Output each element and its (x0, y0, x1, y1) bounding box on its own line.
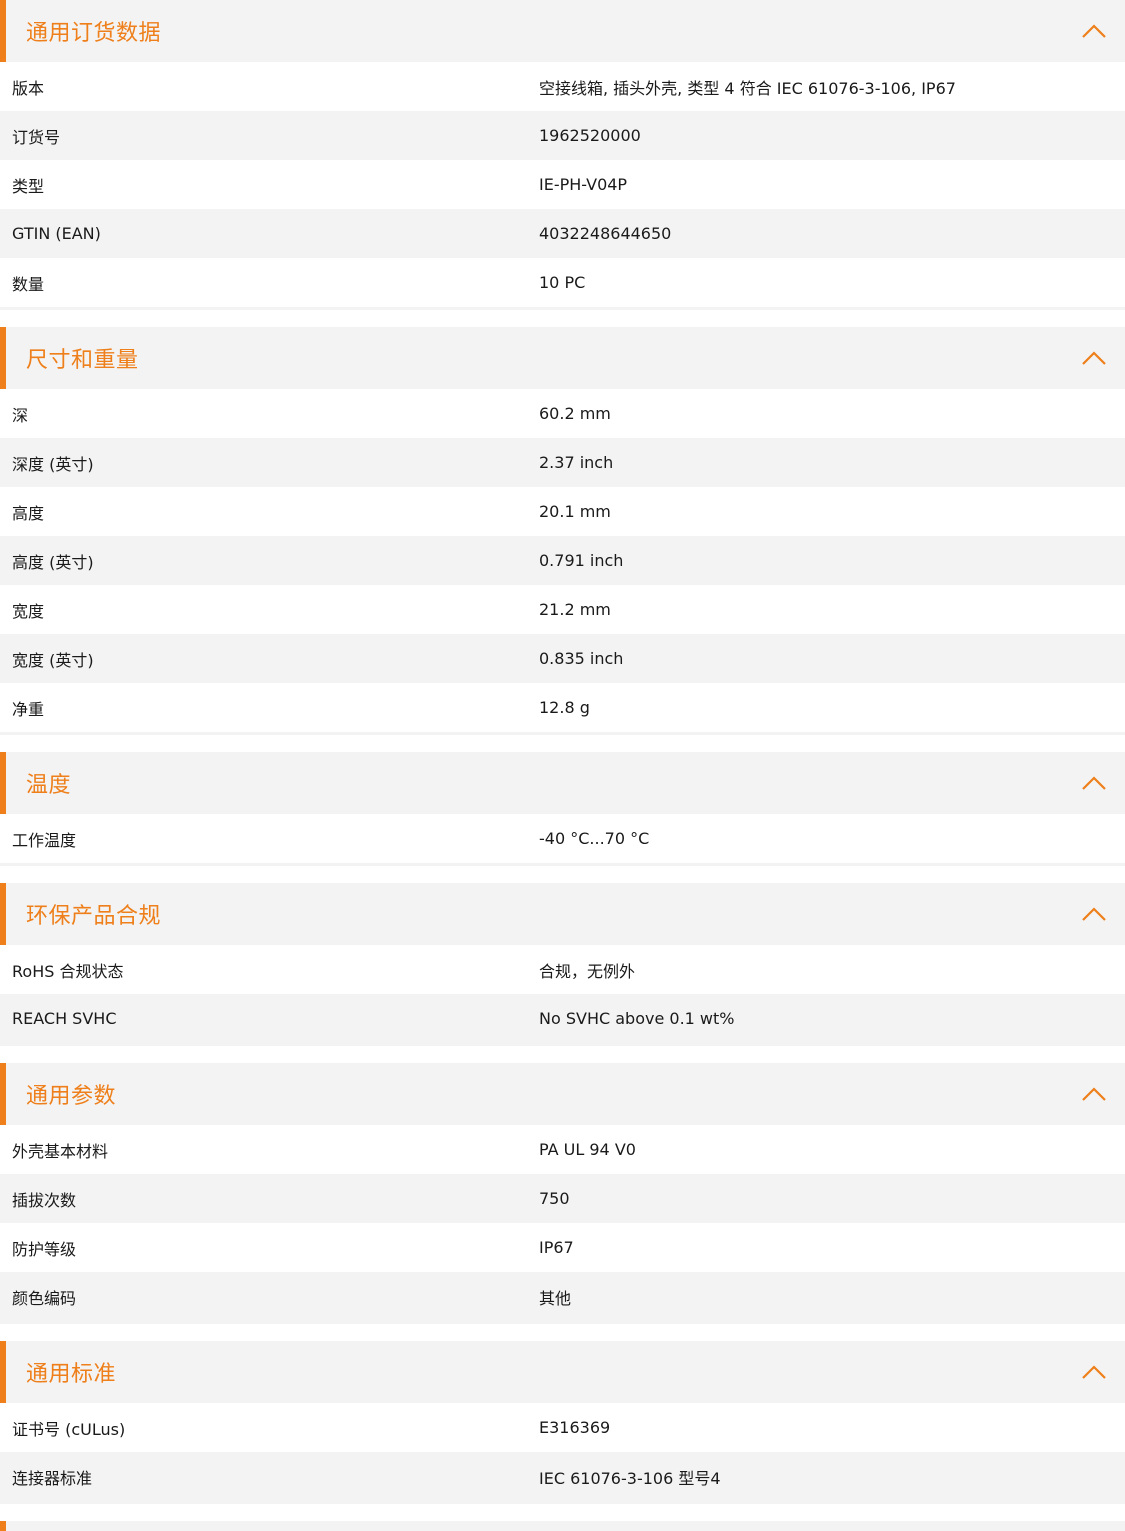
spec-row: 高度 (英寸) 0.791 inch (0, 536, 1125, 585)
spec-row: 高度 20.1 mm (0, 487, 1125, 536)
spec-label: 宽度 (12, 601, 45, 621)
chevron-up-icon[interactable] (1081, 775, 1107, 791)
spec-value: 12.8 g (539, 698, 590, 717)
spec-section: 尺寸和重量深 60.2 mm 深度 (英寸) 2.37 inch 高度 20.1 mm 高度… (0, 327, 1125, 735)
spec-row: 插拔次数 750 (0, 1174, 1125, 1223)
section-title: 温度 (26, 773, 72, 798)
spec-label: 插拔次数 (12, 1190, 77, 1210)
spec-value: 0.835 inch (539, 649, 624, 668)
spec-row: 深 60.2 mm (0, 389, 1125, 438)
section-title: 通用参数 (26, 1084, 117, 1109)
spec-label: 版本 (12, 78, 45, 98)
spec-label: 证书号 (cULus) (12, 1419, 126, 1439)
spec-page: 通用订货数据版本 空接线箱, 插头外壳, 类型 4 符合 IEC 61076-3-… (0, 0, 1125, 1531)
spec-label: 订货号 (12, 127, 61, 147)
spec-value: -40 °C...70 °C (539, 829, 650, 848)
section-title: 通用标准 (26, 1362, 117, 1387)
spec-section: 环保产品合规 RoHS 合规状态 合规，无例外 REACH SVHC No SVHC a… (0, 883, 1125, 1046)
spec-label: 深度 (英寸) (12, 454, 94, 474)
spec-row: 工作温度 -40 °C...70 °C (0, 814, 1125, 863)
spec-label: RoHS 合规状态 (12, 961, 124, 981)
spec-table: 深 60.2 mm 深度 (英寸) 2.37 inch 高度 20.1 mm 高度 (英寸)… (0, 389, 1125, 735)
section-title: 尺寸和重量 (26, 348, 139, 373)
spec-label: 高度 (12, 503, 45, 523)
spec-value: 21.2 mm (539, 600, 611, 619)
spec-label: 外壳基本材料 (12, 1141, 109, 1161)
spec-value: E316369 (539, 1418, 611, 1437)
chevron-up-icon[interactable] (1081, 350, 1107, 366)
spec-row: 防护等级 IP67 (0, 1223, 1125, 1272)
spec-label: 颜色编码 (12, 1288, 77, 1308)
spec-label: 宽度 (英寸) (12, 650, 94, 670)
spec-value: 合规，无例外 (539, 961, 636, 981)
spec-row: 类型 IE-PH-V04P (0, 160, 1125, 209)
spec-row: 净重 12.8 g (0, 683, 1125, 732)
spec-label: 高度 (英寸) (12, 552, 94, 572)
spec-row: 数量 10 PC (0, 258, 1125, 307)
spec-value: 2.37 inch (539, 453, 614, 472)
spec-value: No SVHC above 0.1 wt% (539, 1009, 735, 1028)
spec-label: 数量 (12, 274, 45, 294)
section-header-toggle[interactable]: 通用参数 (0, 1063, 1125, 1125)
section-title: 通用订货数据 (26, 21, 162, 46)
spec-row: 版本 空接线箱, 插头外壳, 类型 4 符合 IEC 61076-3-106, I… (0, 62, 1125, 111)
spec-table: 证书号 (cULus) E316369 连接器标准 IEC 61076-3-106 型… (0, 1403, 1125, 1504)
spec-row: 外壳基本材料 PA UL 94 V0 (0, 1125, 1125, 1174)
spec-label: 连接器标准 (12, 1468, 93, 1488)
spec-value: 空接线箱, 插头外壳, 类型 4 符合 IEC 61076-3-106, IP6… (539, 78, 956, 98)
spec-label: 工作温度 (12, 830, 77, 850)
spec-value: IE-PH-V04P (539, 175, 628, 194)
section-header-toggle[interactable]: 尺寸和重量 (0, 327, 1125, 389)
spec-table: 外壳基本材料 PA UL 94 V0 插拔次数 750 防护等级 IP67 颜色编码 其他 (0, 1125, 1125, 1324)
spec-value: 其他 (539, 1288, 572, 1308)
chevron-up-icon[interactable] (1081, 906, 1107, 922)
spec-section: 通用参数外壳基本材料 PA UL 94 V0 插拔次数 750 防护等级 IP67 颜色编码… (0, 1063, 1125, 1324)
spec-row: 宽度 (英寸) 0.835 inch (0, 634, 1125, 683)
spec-row: 证书号 (cULus) E316369 (0, 1403, 1125, 1452)
section-title: 环保产品合规 (26, 904, 162, 929)
chevron-up-icon[interactable] (1081, 1364, 1107, 1380)
spec-row: 深度 (英寸) 2.37 inch (0, 438, 1125, 487)
section-header-toggle[interactable]: 通用订货数据 (0, 0, 1125, 62)
spec-table: 工作温度 -40 °C...70 °C (0, 814, 1125, 866)
spec-row: 连接器标准 IEC 61076-3-106 型号4 (0, 1452, 1125, 1501)
spec-value: 1962520000 (539, 126, 641, 145)
spec-value: PA UL 94 V0 (539, 1140, 636, 1159)
spec-value: 10 PC (539, 273, 586, 292)
spec-value: 20.1 mm (539, 502, 611, 521)
spec-label: 类型 (12, 176, 45, 196)
section-header-toggle[interactable]: 环保产品合规 (0, 883, 1125, 945)
spec-label: 防护等级 (12, 1239, 77, 1259)
spec-value: 60.2 mm (539, 404, 611, 423)
spec-row: REACH SVHC No SVHC above 0.1 wt% (0, 994, 1125, 1043)
spec-label: REACH SVHC (12, 1009, 117, 1028)
spec-label: 深 (12, 405, 29, 425)
spec-table: 版本 空接线箱, 插头外壳, 类型 4 符合 IEC 61076-3-106, I… (0, 62, 1125, 310)
spec-label: GTIN (EAN) (12, 224, 101, 243)
spec-value: 750 (539, 1189, 570, 1208)
spec-row: GTIN (EAN) 4032248644650 (0, 209, 1125, 258)
spec-section: 通用标准证书号 (cULus) E316369 连接器标准 IEC 61076-3-1… (0, 1341, 1125, 1504)
section-header-toggle[interactable]: 温度 (0, 752, 1125, 814)
spec-row: RoHS 合规状态 合规，无例外 (0, 945, 1125, 994)
spec-value: 4032248644650 (539, 224, 672, 243)
spec-row: 颜色编码 其他 (0, 1272, 1125, 1321)
spec-row: 订货号 1962520000 (0, 111, 1125, 160)
chevron-up-icon[interactable] (1081, 23, 1107, 39)
spec-section: 温度工作温度 -40 °C...70 °C (0, 752, 1125, 866)
spec-value: 0.791 inch (539, 551, 624, 570)
section-header-toggle[interactable]: 通用标准 (0, 1341, 1125, 1403)
spec-section: 通用订货数据版本 空接线箱, 插头外壳, 类型 4 符合 IEC 61076-3-… (0, 0, 1125, 310)
spec-label: 净重 (12, 699, 45, 719)
chevron-up-icon[interactable] (1081, 1086, 1107, 1102)
spec-table: RoHS 合规状态 合规，无例外 REACH SVHC No SVHC above 0… (0, 945, 1125, 1046)
spec-value: IP67 (539, 1238, 574, 1257)
spec-value: IEC 61076-3-106 型号4 (539, 1468, 721, 1488)
spec-row: 宽度 21.2 mm (0, 585, 1125, 634)
